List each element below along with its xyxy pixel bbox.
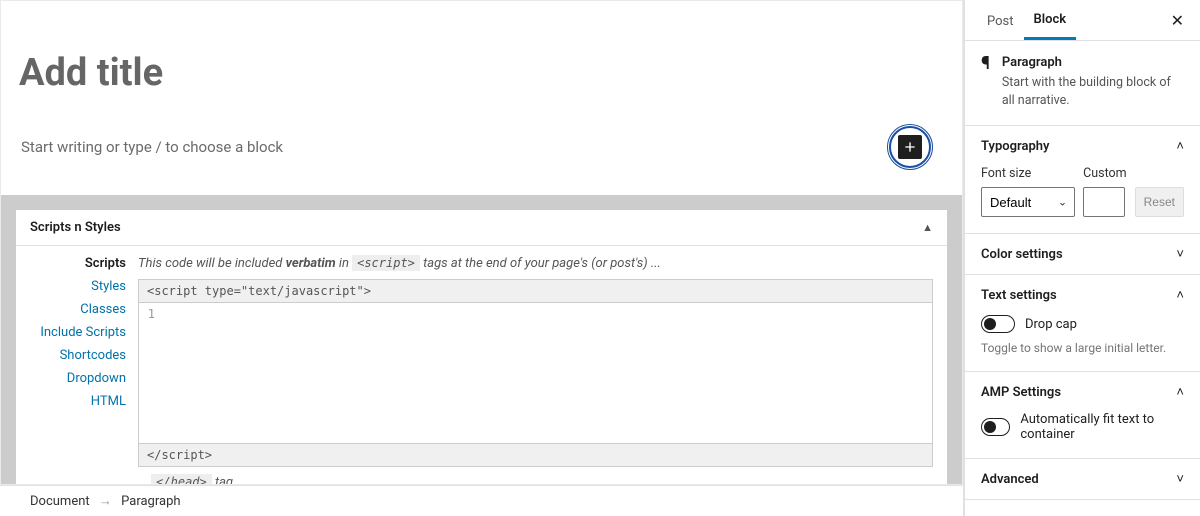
code-close-tag: </script> — [138, 443, 933, 467]
code-gutter: 1 — [139, 303, 161, 443]
nav-dropdown[interactable]: Dropdown — [30, 371, 126, 386]
font-size-select[interactable]: Default — [981, 187, 1075, 217]
head-tag-hint: ... </head> tag. — [138, 475, 933, 485]
font-size-label: Font size — [981, 166, 1075, 181]
paragraph-icon: ¶ — [981, 53, 990, 109]
nav-classes[interactable]: Classes — [30, 302, 126, 317]
metabox-nav: Scripts Styles Classes Include Scripts S… — [30, 256, 126, 485]
nav-styles[interactable]: Styles — [30, 279, 126, 294]
breadcrumb: Document → Paragraph — [0, 485, 963, 516]
breadcrumb-paragraph[interactable]: Paragraph — [121, 494, 180, 509]
metabox-title: Scripts n Styles — [30, 220, 121, 235]
chevron-down-icon: ˅ — [1176, 471, 1184, 487]
chevron-down-icon: ˅ — [1176, 246, 1184, 262]
post-title-input[interactable]: Add title — [19, 51, 922, 95]
block-name: Paragraph — [1002, 55, 1184, 70]
scripts-n-styles-metabox: Scripts n Styles ▲ Scripts Styles Classe… — [15, 209, 948, 485]
block-description: Start with the building block of all nar… — [1002, 74, 1184, 109]
add-block-button[interactable] — [898, 135, 922, 159]
color-section-toggle[interactable]: Color settings ˅ — [965, 234, 1200, 274]
scripts-hint: This code will be included verbatim in <… — [138, 256, 933, 271]
nav-include-scripts[interactable]: Include Scripts — [30, 325, 126, 340]
tab-block[interactable]: Block — [1024, 0, 1077, 40]
code-open-tag: <script type="text/javascript"> — [138, 279, 933, 303]
drop-cap-toggle[interactable] — [981, 315, 1015, 333]
metabox-collapse-toggle[interactable]: ▲ — [922, 221, 933, 234]
custom-size-label: Custom — [1083, 166, 1127, 181]
amp-fit-label: Automatically fit text to container — [1020, 412, 1184, 442]
amp-section-toggle[interactable]: AMP Settings ˄ — [965, 372, 1200, 412]
close-sidebar-button[interactable]: ✕ — [1167, 7, 1188, 34]
breadcrumb-separator-icon: → — [99, 494, 112, 509]
reset-button[interactable]: Reset — [1135, 187, 1184, 217]
nav-html[interactable]: HTML — [30, 394, 126, 409]
breadcrumb-document[interactable]: Document — [30, 494, 90, 509]
typography-section-toggle[interactable]: Typography ˄ — [965, 126, 1200, 166]
nav-shortcodes[interactable]: Shortcodes — [30, 348, 126, 363]
amp-fit-toggle[interactable] — [981, 418, 1010, 436]
chevron-up-icon: ˄ — [1176, 384, 1184, 400]
chevron-up-icon: ˄ — [1176, 138, 1184, 154]
drop-cap-help: Toggle to show a large initial letter. — [981, 341, 1184, 355]
tab-post[interactable]: Post — [977, 2, 1024, 39]
advanced-section-toggle[interactable]: Advanced ˅ — [965, 459, 1200, 499]
nav-scripts[interactable]: Scripts — [30, 256, 126, 271]
chevron-up-icon: ˄ — [1176, 287, 1184, 303]
plus-icon — [902, 139, 918, 155]
paragraph-block-input[interactable]: Start writing or type / to choose a bloc… — [21, 138, 283, 156]
settings-sidebar: Post Block ✕ ¶ Paragraph Start with the … — [964, 0, 1200, 516]
drop-cap-label: Drop cap — [1025, 317, 1077, 332]
text-section-toggle[interactable]: Text settings ˄ — [965, 275, 1200, 315]
custom-size-input[interactable] — [1083, 187, 1125, 217]
script-code-editor[interactable] — [161, 303, 932, 443]
